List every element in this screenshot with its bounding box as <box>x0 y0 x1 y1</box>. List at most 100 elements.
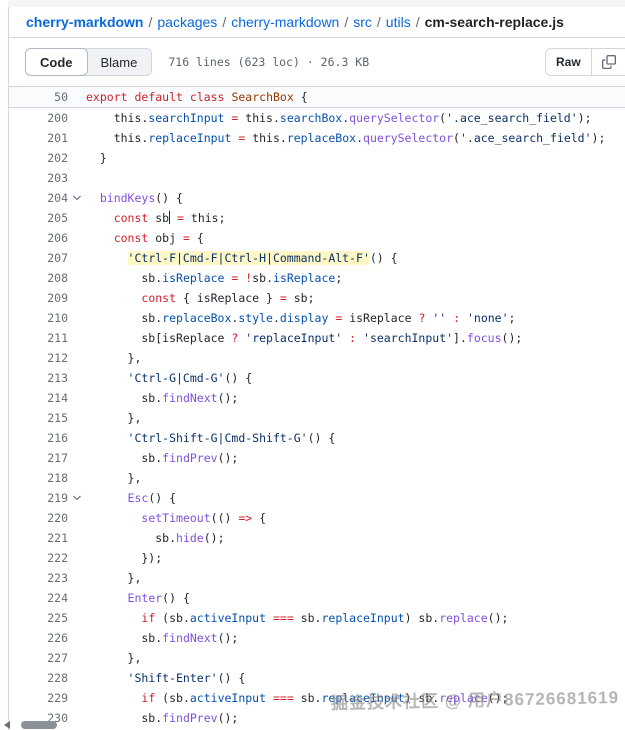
line-number[interactable]: 210 <box>9 311 68 325</box>
code-line: 229 if (sb.activeInput === sb.replaceInp… <box>9 688 625 708</box>
line-number[interactable]: 204 <box>9 191 68 205</box>
tab-blame[interactable]: Blame <box>87 49 152 75</box>
code-line: 217 sb.findPrev(); <box>9 448 625 468</box>
code-line: 220 setTimeout(() => { <box>9 508 625 528</box>
code-line: 212 }, <box>9 348 625 368</box>
line-number[interactable]: 207 <box>9 251 68 265</box>
code-text: sb.replaceBox.style.display = isReplace … <box>86 308 515 328</box>
code-text: Esc() { <box>86 488 176 508</box>
line-number[interactable]: 206 <box>9 231 68 245</box>
scrollbar-thumb[interactable] <box>21 721 57 729</box>
code-line: 225 if (sb.activeInput === sb.replaceInp… <box>9 608 625 628</box>
breadcrumb-current-file: cm-search-replace.js <box>425 14 564 30</box>
tab-code[interactable]: Code <box>25 48 88 76</box>
breadcrumb-separator: / <box>416 14 420 30</box>
code-line: 202 } <box>9 148 625 168</box>
code-line: 214 sb.findNext(); <box>9 388 625 408</box>
line-number[interactable]: 222 <box>9 551 68 565</box>
line-number[interactable]: 226 <box>9 631 68 645</box>
code-line: 203 <box>9 168 625 188</box>
horizontal-scrollbar[interactable] <box>0 719 625 730</box>
code-line: 221 sb.hide(); <box>9 528 625 548</box>
code-area: 50export default class SearchBox {200 th… <box>9 87 625 730</box>
code-blame-toggle: Code Blame <box>25 48 152 76</box>
code-line: 223 }, <box>9 568 625 588</box>
line-number[interactable]: 203 <box>9 171 68 185</box>
sticky-code-line: 50export default class SearchBox { <box>9 87 625 108</box>
code-line: 201 this.replaceInput = this.replaceBox.… <box>9 128 625 148</box>
line-number[interactable]: 225 <box>9 611 68 625</box>
code-text: this.searchInput = this.searchBox.queryS… <box>86 108 592 128</box>
line-number[interactable]: 218 <box>9 471 68 485</box>
copy-button[interactable] <box>591 49 625 75</box>
raw-button[interactable]: Raw <box>546 49 591 75</box>
breadcrumb-separator: / <box>344 14 348 30</box>
line-number[interactable]: 213 <box>9 371 68 385</box>
code-text: }, <box>86 408 141 428</box>
file-action-group: Raw <box>545 48 625 76</box>
code-line: 226 sb.findNext(); <box>9 628 625 648</box>
line-number[interactable]: 215 <box>9 411 68 425</box>
scroll-left-arrow-icon[interactable] <box>4 721 10 729</box>
code-text: if (sb.activeInput === sb.replaceInput) … <box>86 608 508 628</box>
code-text: 'Shift-Enter'() { <box>86 668 245 688</box>
code-text: sb.findPrev(); <box>86 448 238 468</box>
code-text: 'Ctrl-F|Cmd-F|Ctrl-H|Command-Alt-F'() { <box>86 248 398 268</box>
container-top-edge <box>8 0 625 7</box>
file-viewer-container: cherry-markdown / packages / cherry-mark… <box>8 7 625 730</box>
line-number[interactable]: 208 <box>9 271 68 285</box>
github-code-view: cherry-markdown / packages / cherry-mark… <box>0 0 625 730</box>
line-number[interactable]: 219 <box>9 491 68 505</box>
code-text: sb.findNext(); <box>86 628 238 648</box>
line-number[interactable]: 227 <box>9 651 68 665</box>
fold-chevron-down-icon[interactable] <box>68 192 86 204</box>
line-number[interactable]: 211 <box>9 331 68 345</box>
code-text: Enter() { <box>86 588 190 608</box>
line-number[interactable]: 216 <box>9 431 68 445</box>
code-text: } <box>86 148 107 168</box>
line-number[interactable]: 50 <box>9 90 68 104</box>
code-line: 219 Esc() { <box>9 488 625 508</box>
fold-chevron-down-icon[interactable] <box>68 492 86 504</box>
code-line: 208 sb.isReplace = !sb.isReplace; <box>9 268 625 288</box>
code-text: }, <box>86 648 141 668</box>
code-line: 224 Enter() { <box>9 588 625 608</box>
line-number[interactable]: 200 <box>9 111 68 125</box>
line-number[interactable]: 223 <box>9 571 68 585</box>
code-text: this.replaceInput = this.replaceBox.quer… <box>86 128 605 148</box>
breadcrumb-separator: / <box>377 14 381 30</box>
code-text: }); <box>86 548 162 568</box>
line-number[interactable]: 209 <box>9 291 68 305</box>
code-line: 213 'Ctrl-G|Cmd-G'() { <box>9 368 625 388</box>
code-text: }, <box>86 568 141 588</box>
line-number[interactable]: 220 <box>9 511 68 525</box>
code-text: 'Ctrl-G|Cmd-G'() { <box>86 368 252 388</box>
breadcrumb-separator: / <box>222 14 226 30</box>
line-number[interactable]: 201 <box>9 131 68 145</box>
breadcrumb-repo-link[interactable]: cherry-markdown <box>26 14 143 30</box>
line-number[interactable]: 228 <box>9 671 68 685</box>
code-line: 200 this.searchInput = this.searchBox.qu… <box>9 108 625 128</box>
line-number[interactable]: 212 <box>9 351 68 365</box>
breadcrumb-path-link[interactable]: src <box>353 14 372 30</box>
breadcrumb-path-link[interactable]: packages <box>157 14 217 30</box>
code-line: 215 }, <box>9 408 625 428</box>
line-number[interactable]: 229 <box>9 691 68 705</box>
code-text: sb.hide(); <box>86 528 225 548</box>
line-number[interactable]: 224 <box>9 591 68 605</box>
line-number[interactable]: 202 <box>9 151 68 165</box>
code-line: 205 const sb = this; <box>9 208 625 228</box>
code-text: const obj = { <box>86 228 204 248</box>
code-line: 207 'Ctrl-F|Cmd-F|Ctrl-H|Command-Alt-F'(… <box>9 248 625 268</box>
code-line: 216 'Ctrl-Shift-G|Cmd-Shift-G'() { <box>9 428 625 448</box>
line-number[interactable]: 221 <box>9 531 68 545</box>
code-text: const { isReplace } = sb; <box>86 288 315 308</box>
line-number[interactable]: 205 <box>9 211 68 225</box>
code-text: sb.findNext(); <box>86 388 238 408</box>
line-number[interactable]: 217 <box>9 451 68 465</box>
line-number[interactable]: 214 <box>9 391 68 405</box>
code-line: 218 }, <box>9 468 625 488</box>
breadcrumb-path-link[interactable]: cherry-markdown <box>231 14 339 30</box>
breadcrumb: cherry-markdown / packages / cherry-mark… <box>9 7 625 38</box>
breadcrumb-path-link[interactable]: utils <box>386 14 411 30</box>
